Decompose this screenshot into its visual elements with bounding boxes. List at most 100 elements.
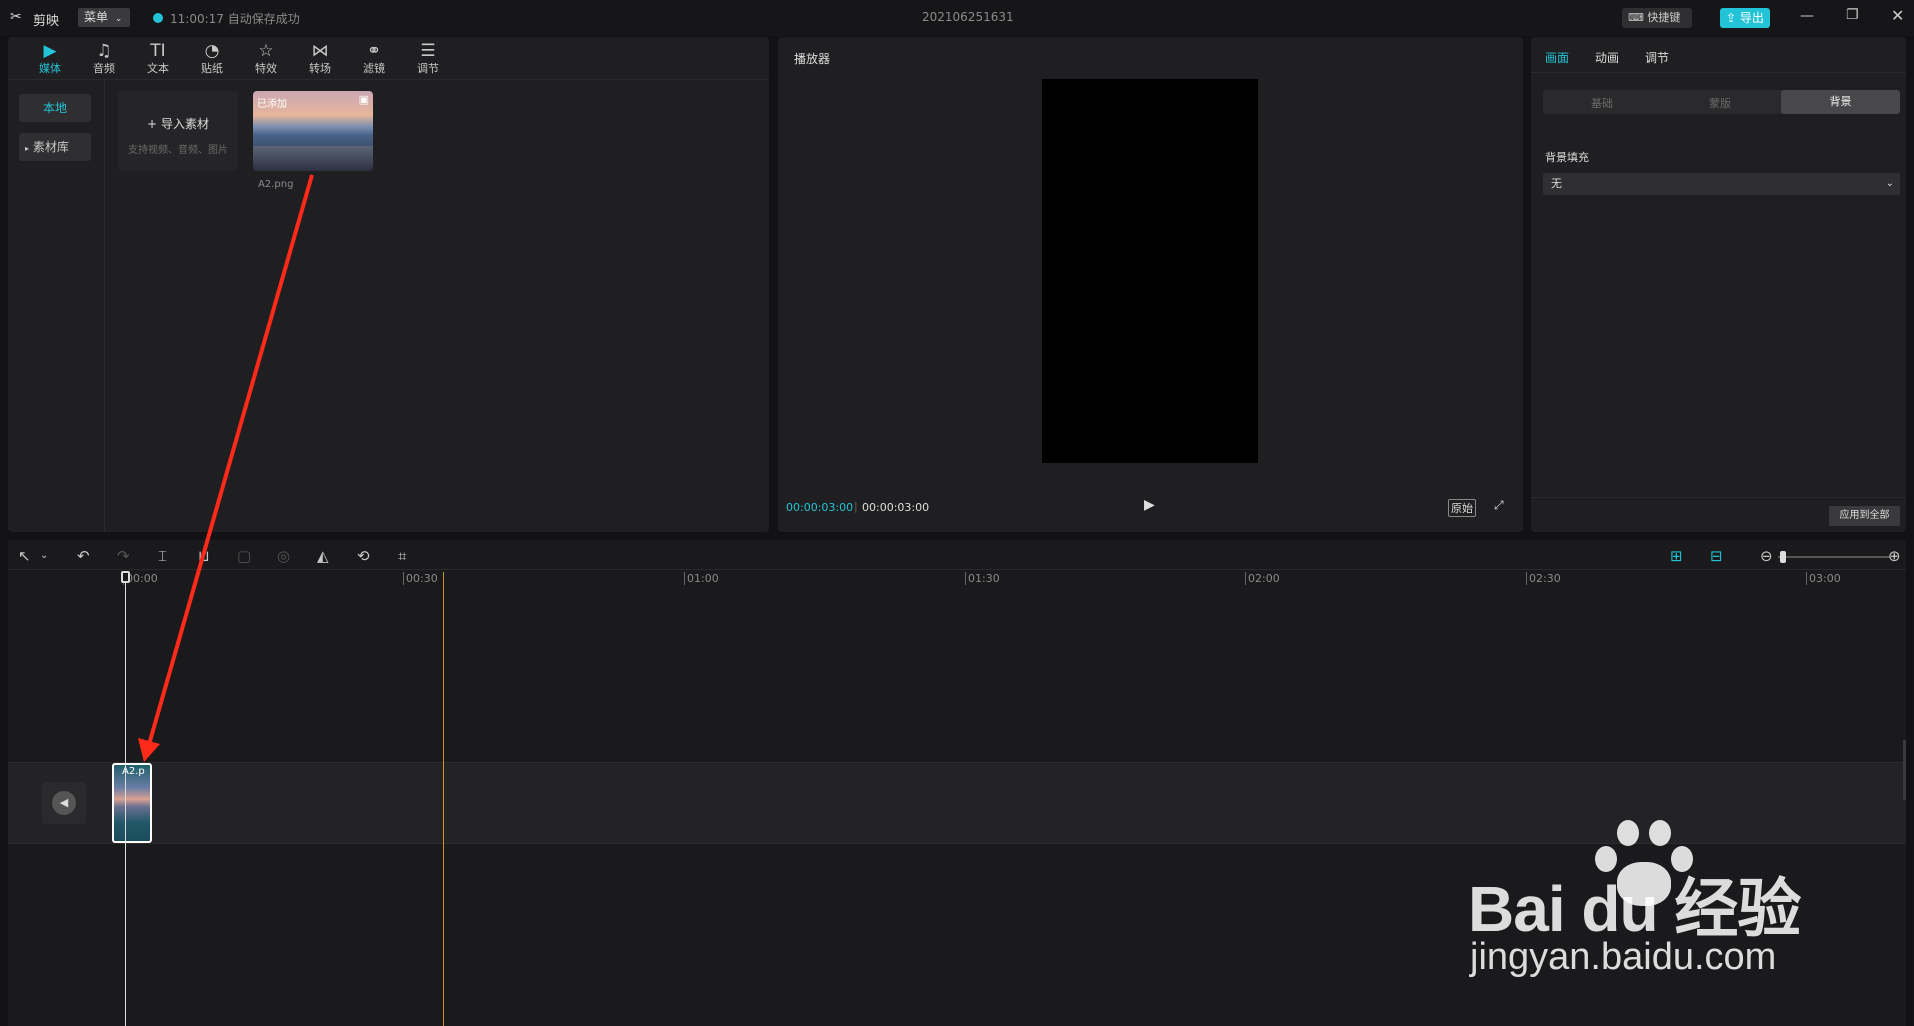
subtab-mask[interactable]: 蒙版 xyxy=(1709,95,1731,111)
local-button[interactable]: 本地 xyxy=(19,94,91,122)
local-label: 本地 xyxy=(42,101,67,115)
plus-icon: + xyxy=(147,117,158,131)
adjust-icon: ☰ xyxy=(420,41,436,61)
tab-filter[interactable]: ⚭ 滤镜 xyxy=(350,40,398,78)
time-separator: | xyxy=(854,500,858,513)
delete-icon[interactable]: ▢ xyxy=(237,547,251,565)
minimize-icon[interactable]: — xyxy=(1800,8,1814,24)
transition-icon: ⋈ xyxy=(311,41,329,61)
audio-icon: ♫ xyxy=(96,41,112,61)
split-icon[interactable]: ⌶ xyxy=(158,547,167,565)
zoom-in-icon[interactable]: ⊕ xyxy=(1888,547,1901,565)
menu-label: 菜单 xyxy=(84,10,109,24)
ruler-tick: 00:30 xyxy=(403,572,438,585)
crop-icon[interactable]: ⌗ xyxy=(398,547,406,565)
menu-button[interactable]: 菜单 ⌄ xyxy=(78,8,130,27)
shortcut-button[interactable]: ⌨ 快捷键 xyxy=(1622,8,1692,28)
subtab-bar: 基础 蒙版 背景 xyxy=(1543,90,1900,114)
preview-canvas xyxy=(1042,79,1258,463)
library-label: 素材库 xyxy=(32,140,69,154)
rotate-icon[interactable]: ⟲ xyxy=(357,547,370,565)
export-button[interactable]: ⇪ 导出 xyxy=(1720,8,1770,28)
mirror-icon[interactable]: ◭ xyxy=(317,547,329,565)
filter-icon: ⚭ xyxy=(366,41,382,61)
export-label: 导出 xyxy=(1739,11,1764,25)
autosave-dot-icon xyxy=(153,13,163,23)
play-icon[interactable]: ▶ xyxy=(1144,497,1155,513)
project-title: 202106251631 xyxy=(922,10,1014,24)
ratio-button[interactable]: 原始 xyxy=(1448,499,1476,517)
app-name: 剪映 xyxy=(33,14,60,29)
added-badge: 已添加 xyxy=(257,99,287,110)
track-mute-button[interactable]: ◀ xyxy=(42,782,86,824)
speaker-icon: ◀ xyxy=(52,791,76,815)
import-card[interactable]: + 导入素材 支持视频、音频、图片 xyxy=(118,91,238,171)
import-row: + 导入素材 xyxy=(118,115,238,132)
import-label: 导入素材 xyxy=(160,117,209,131)
hover-time-marker xyxy=(443,572,444,1026)
close-icon[interactable]: ✕ xyxy=(1891,6,1904,25)
zoom-slider-handle[interactable] xyxy=(1780,551,1786,563)
tab-sticker[interactable]: ◔ 贴纸 xyxy=(188,40,236,78)
chevron-down-icon: ⌄ xyxy=(1885,178,1894,189)
import-hint: 支持视频、音频、图片 xyxy=(128,145,228,156)
media-panel: ▶ 媒体 ♫ 音频 TI 文本 ◔ 贴纸 ☆ 特效 ⋈ 转场 ⚭ 滤镜 ☰ 调节 本地 ▸ 素材… xyxy=(8,37,769,532)
media-sidebar: 本地 ▸ 素材库 xyxy=(8,80,105,532)
tab-audio[interactable]: ♫ 音频 xyxy=(80,40,128,78)
timeline-scrollbar[interactable] xyxy=(1903,740,1906,800)
apply-all-label: 应用到全部 xyxy=(1839,510,1890,521)
subtab-background[interactable]: 背景 xyxy=(1781,90,1900,114)
current-time: 00:00:03:00 xyxy=(786,501,854,514)
library-button[interactable]: ▸ 素材库 xyxy=(19,133,91,161)
zoom-slider[interactable] xyxy=(1778,551,1890,563)
props-footer-divider xyxy=(1531,497,1906,498)
media-item-name: A2.png xyxy=(258,179,294,190)
watermark-url: jingyan.baidu.com xyxy=(1470,936,1777,978)
playhead-handle[interactable] xyxy=(121,571,130,583)
tab-text[interactable]: TI 文本 xyxy=(134,40,182,78)
delete-left-icon[interactable]: ⊔ xyxy=(198,547,210,565)
tab-adjust[interactable]: ☰ 调节 xyxy=(404,40,452,78)
undo-icon[interactable]: ↶ xyxy=(77,547,90,565)
shortcut-label: 快捷键 xyxy=(1647,11,1681,24)
ruler-tick: 02:30 xyxy=(1526,572,1561,585)
link-icon[interactable]: ⊟ xyxy=(1710,547,1723,565)
export-icon: ⇪ xyxy=(1726,11,1737,25)
tab-transition[interactable]: ⋈ 转场 xyxy=(296,40,344,78)
background-fill-select[interactable]: 无 ⌄ xyxy=(1543,173,1900,195)
player-title: 播放器 xyxy=(794,52,831,66)
timeline-clip[interactable]: A2.p xyxy=(112,763,152,843)
redo-icon[interactable]: ↷ xyxy=(117,547,130,565)
fullscreen-icon[interactable]: ⤢ xyxy=(1494,498,1504,513)
select-value: 无 xyxy=(1551,177,1562,190)
tab-media[interactable]: ▶ 媒体 xyxy=(26,40,74,78)
restore-icon[interactable]: ❐ xyxy=(1846,7,1859,23)
props-divider xyxy=(1531,72,1906,73)
playhead[interactable] xyxy=(125,572,126,1026)
media-item[interactable]: 已添加 ▣ xyxy=(253,91,373,171)
subtab-basic[interactable]: 基础 xyxy=(1591,95,1613,111)
magnet-icon[interactable]: ⊞ xyxy=(1670,547,1683,565)
sticker-icon: ◔ xyxy=(204,41,220,61)
player-panel: 播放器 00:00:03:00 | 00:00:03:00 ▶ 原始 ⤢ xyxy=(778,37,1523,532)
ruler-tick: 02:00 xyxy=(1245,572,1280,585)
tab-effects[interactable]: ☆ 特效 xyxy=(242,40,290,78)
timeline-toolbar: ↖ ⌄ ↶ ↷ ⌶ ⊔ ▢ ◎ ◭ ⟲ ⌗ ⊞ ⊟ ⊖ ⊕ xyxy=(8,540,1906,570)
text-icon: TI xyxy=(150,41,166,61)
tab-adjust-props[interactable]: 调节 xyxy=(1645,49,1669,66)
apply-all-button[interactable]: 应用到全部 xyxy=(1829,506,1900,526)
total-time: 00:00:03:00 xyxy=(862,501,930,514)
chevron-down-icon[interactable]: ⌄ xyxy=(40,547,48,565)
tab-animation[interactable]: 动画 xyxy=(1595,49,1619,66)
select-cursor-icon[interactable]: ↖ xyxy=(18,547,31,565)
ruler-tick: 03:00 xyxy=(1806,572,1841,585)
section-label: 背景填充 xyxy=(1545,151,1589,164)
app-logo-icon: ✂ xyxy=(10,9,22,25)
zoom-out-icon[interactable]: ⊖ xyxy=(1760,547,1773,565)
freeze-icon[interactable]: ◎ xyxy=(277,547,290,565)
tab-picture[interactable]: 画面 xyxy=(1545,49,1569,66)
ruler-tick: 01:30 xyxy=(965,572,1000,585)
watermark: Bai du 经验 jingyan.baidu.com xyxy=(1468,820,1888,980)
ruler-tick: 01:00 xyxy=(684,572,719,585)
properties-panel: 画面 动画 调节 基础 蒙版 背景 背景填充 无 ⌄ 应用到全部 xyxy=(1531,37,1906,532)
